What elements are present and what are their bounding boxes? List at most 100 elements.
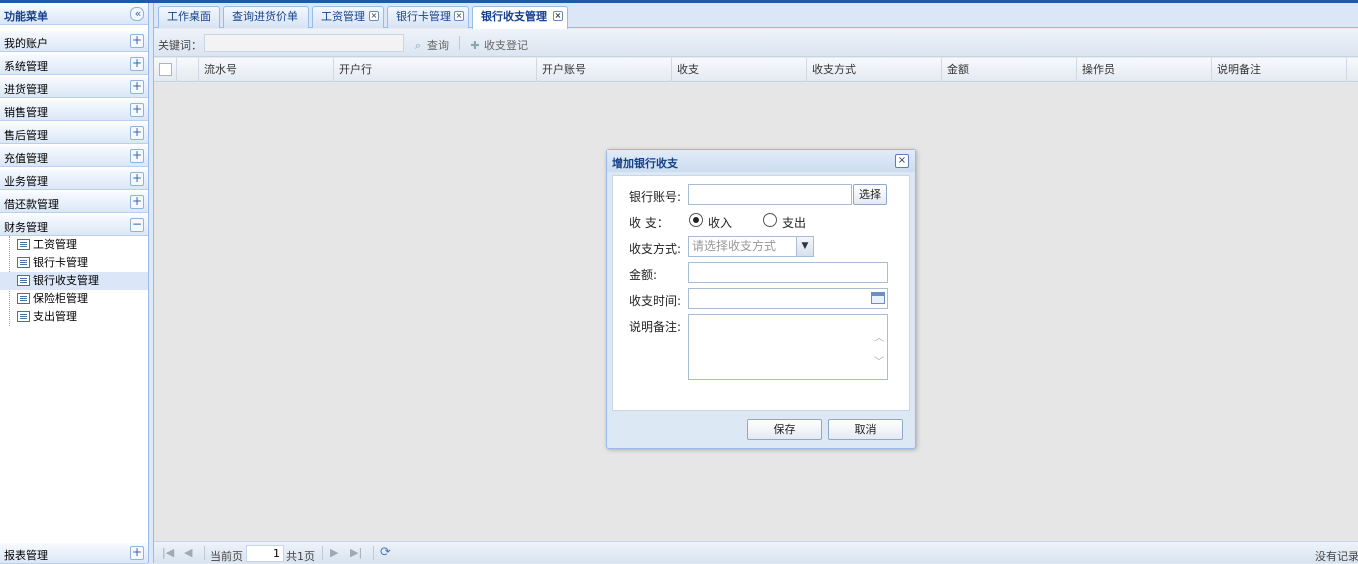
close-icon[interactable]: × — [553, 11, 563, 21]
cancel-button[interactable]: 取消 — [828, 419, 903, 440]
bank-account-input[interactable] — [688, 184, 852, 205]
calendar-icon[interactable] — [871, 292, 885, 304]
sidebar-section-reports[interactable]: 报表管理 + — [0, 542, 148, 564]
add-bank-record-dialog: 增加银行收支 × 银行账号: 选择 收 支： 收入 支出 收支方式: 请选择收支… — [606, 149, 916, 449]
section-label: 销售管理 — [4, 106, 48, 119]
close-icon[interactable]: × — [454, 11, 464, 21]
save-button[interactable]: 保存 — [747, 419, 822, 440]
select-all-checkbox[interactable] — [159, 63, 172, 76]
section-label: 系统管理 — [4, 60, 48, 73]
tab-label: 查询进货价单 — [232, 10, 298, 23]
next-page-icon[interactable]: ▶ — [330, 546, 338, 559]
tree-item-expense[interactable]: 支出管理 — [0, 308, 148, 326]
tree-item-bank-income-expense[interactable]: 银行收支管理 — [0, 272, 148, 290]
sidebar-section-business[interactable]: 业务管理 + — [0, 168, 148, 190]
column-amount[interactable]: 金额 — [942, 58, 1077, 82]
add-record-button[interactable]: ✚ 收支登记 — [468, 37, 528, 53]
collapse-sidebar-icon[interactable]: « — [130, 7, 144, 21]
prev-page-icon[interactable]: ◀ — [184, 546, 192, 559]
keyword-label: 关键词： — [158, 39, 202, 52]
tree-item-salary[interactable]: 工资管理 — [0, 236, 148, 254]
first-page-icon[interactable]: |◀ — [162, 546, 174, 559]
dialog-title: 增加银行收支 — [612, 157, 678, 170]
search-button-label: 查询 — [427, 39, 449, 52]
tree-item-label: 支出管理 — [33, 310, 77, 323]
expand-icon[interactable]: + — [130, 195, 144, 209]
income-radio[interactable] — [689, 213, 703, 227]
sidebar-title: 功能菜单 — [4, 10, 48, 23]
tab-workbench[interactable]: 工作桌面 — [158, 6, 220, 28]
column-serial-no[interactable]: 流水号 — [199, 58, 334, 82]
tree-node-icon — [17, 239, 30, 250]
scroll-up-icon[interactable]: ︿ — [873, 329, 885, 344]
sidebar-section-purchase[interactable]: 进货管理 + — [0, 76, 148, 98]
toolbar: 关键词： ⌕ 查询 ✚ 收支登记 — [154, 29, 1358, 57]
sidebar-section-aftersales[interactable]: 售后管理 + — [0, 122, 148, 144]
tree-node-icon — [17, 293, 30, 304]
amount-label: 金额: — [629, 268, 658, 282]
tab-bank-income-expense[interactable]: 银行收支管理 × — [472, 6, 568, 29]
tree-node-icon — [17, 311, 30, 322]
close-icon[interactable]: × — [369, 11, 379, 21]
amount-input[interactable] — [688, 262, 888, 283]
section-label: 进货管理 — [4, 83, 48, 96]
expand-icon[interactable]: + — [130, 172, 144, 186]
grid-header: 流水号 开户行 开户账号 收支 收支方式 金额 操作员 说明备注 — [154, 58, 1358, 82]
sidebar-title-bar: 功能菜单 « — [0, 3, 148, 25]
section-label: 财务管理 — [4, 221, 48, 234]
expense-label: 支出 — [782, 216, 807, 230]
tree-item-safe[interactable]: 保险柜管理 — [0, 290, 148, 308]
expand-icon[interactable]: + — [130, 34, 144, 48]
column-account-no[interactable]: 开户账号 — [537, 58, 672, 82]
tab-label: 工作桌面 — [167, 10, 211, 23]
column-remark[interactable]: 说明备注 — [1212, 58, 1347, 82]
column-bank[interactable]: 开户行 — [334, 58, 537, 82]
last-page-icon[interactable]: ▶| — [350, 546, 362, 559]
total-pages-label: 共1页 — [286, 550, 315, 563]
sidebar-section-finance[interactable]: 财务管理 − — [0, 214, 148, 236]
collapse-icon[interactable]: − — [130, 218, 144, 232]
pager-separator — [373, 546, 374, 560]
remark-textarea[interactable]: ︿ ﹀ — [688, 314, 888, 380]
page-number-input[interactable]: 1 — [246, 545, 284, 562]
select-account-button[interactable]: 选择 — [853, 184, 887, 205]
column-income-expense[interactable]: 收支 — [672, 58, 807, 82]
sidebar-section-my-account[interactable]: 我的账户 + — [0, 30, 148, 52]
pager: |◀ ◀ 当前页 1 共1页 ▶ ▶| ⟳ 没有记录 — [154, 541, 1358, 563]
section-label: 我的账户 — [4, 37, 48, 50]
chevron-down-icon[interactable]: ▼ — [796, 237, 813, 256]
tree-item-bank-card[interactable]: 银行卡管理 — [0, 254, 148, 272]
sidebar-section-sales[interactable]: 销售管理 + — [0, 99, 148, 121]
section-label: 借还款管理 — [4, 198, 59, 211]
dialog-title-bar[interactable]: 增加银行收支 × — [607, 150, 915, 172]
time-input[interactable] — [688, 288, 888, 309]
section-label: 报表管理 — [4, 549, 48, 562]
expense-radio[interactable] — [763, 213, 777, 227]
column-operator[interactable]: 操作员 — [1077, 58, 1212, 82]
expand-icon[interactable]: + — [130, 57, 144, 71]
tab-bank-card[interactable]: 银行卡管理 × — [387, 6, 469, 28]
sidebar-section-system[interactable]: 系统管理 + — [0, 53, 148, 75]
keyword-input[interactable] — [204, 34, 404, 52]
add-icon: ✚ — [470, 39, 480, 52]
sidebar-section-loans[interactable]: 借还款管理 + — [0, 191, 148, 213]
refresh-icon[interactable]: ⟳ — [380, 545, 391, 560]
tab-purchase-price-query[interactable]: 查询进货价单 — [223, 6, 309, 28]
time-label: 收支时间: — [629, 294, 682, 308]
search-button[interactable]: ⌕ 查询 — [411, 37, 449, 53]
method-select[interactable]: 请选择收支方式 ▼ — [688, 236, 814, 257]
sidebar-section-recharge[interactable]: 充值管理 + — [0, 145, 148, 167]
tab-salary[interactable]: 工资管理 × — [312, 6, 384, 28]
expand-icon[interactable]: + — [130, 546, 144, 560]
expand-icon[interactable]: + — [130, 126, 144, 140]
current-page-label: 当前页 — [210, 550, 243, 563]
scroll-down-icon[interactable]: ﹀ — [873, 353, 885, 368]
expand-icon[interactable]: + — [130, 149, 144, 163]
expand-icon[interactable]: + — [130, 103, 144, 117]
method-label: 收支方式: — [629, 242, 682, 256]
column-method[interactable]: 收支方式 — [807, 58, 942, 82]
close-icon[interactable]: × — [895, 154, 909, 168]
expand-icon[interactable]: + — [130, 80, 144, 94]
tree-item-label: 银行收支管理 — [33, 274, 99, 287]
type-label: 收 支： — [629, 216, 669, 230]
